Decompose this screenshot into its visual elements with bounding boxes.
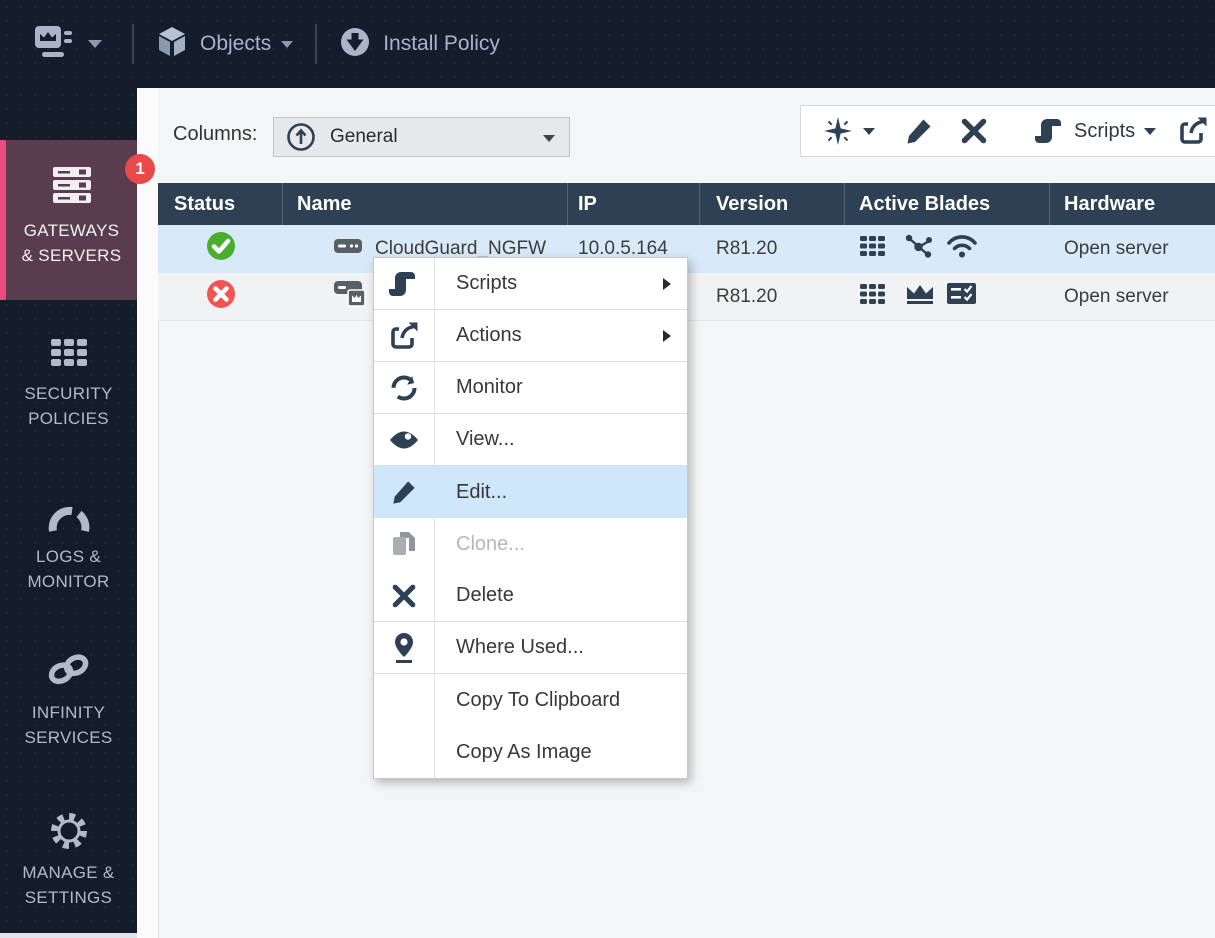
crown-icon [903, 282, 937, 312]
scripts-caret-icon[interactable] [1144, 127, 1157, 135]
install-policy-icon [339, 26, 371, 63]
menu-item-delete[interactable]: Delete [374, 570, 687, 622]
gateway-context-menu: Scripts Actions Monitor View... Edit... … [373, 257, 688, 779]
sidebar-item-label: SERVICES [24, 728, 113, 747]
topbar-divider [132, 24, 134, 64]
topbar-divider [315, 24, 318, 64]
edit-pencil-icon [374, 479, 434, 505]
actions-icon [374, 321, 434, 351]
gateway-hardware: Open server [1064, 238, 1169, 259]
column-header-active-blades[interactable]: Active Blades [845, 183, 1050, 225]
scripts-dropdown-button[interactable]: Scripts [1074, 120, 1135, 143]
sidebar-item-security-policies[interactable]: SECURITY POLICIES [0, 337, 137, 431]
infinity-icon [44, 647, 94, 696]
menu-item-actions[interactable]: Actions [374, 310, 687, 362]
policy-grid-icon [50, 338, 88, 373]
gauge-icon [47, 505, 91, 538]
sidebar-item-label: MANAGE & [22, 863, 115, 882]
sidebar-item-label: LOGS & [35, 547, 102, 566]
column-profile-icon [286, 122, 316, 152]
sidebar-item-label: SECURITY [24, 384, 113, 403]
gateway-version: R81.20 [716, 238, 778, 259]
objects-cube-icon [156, 26, 188, 63]
content-left-margin [137, 88, 158, 938]
sidebar-item-label: GATEWAYS [23, 221, 120, 240]
management-gateway-icon [333, 280, 367, 314]
objects-caret-icon[interactable] [281, 40, 294, 48]
cluster-icon [903, 233, 935, 265]
smartconsole-menu-icon[interactable] [34, 25, 74, 64]
edit-pencil-icon[interactable] [905, 117, 933, 145]
menu-caret-icon[interactable] [88, 40, 102, 48]
submenu-arrow-icon [663, 277, 671, 290]
app-grid-icon [859, 282, 893, 312]
delete-x-icon[interactable] [961, 118, 987, 144]
gear-icon [47, 809, 91, 858]
clone-icon [374, 530, 434, 558]
new-object-caret-icon[interactable] [863, 127, 875, 135]
menu-item-scripts[interactable]: Scripts [374, 258, 687, 310]
menu-item-copy-as-image[interactable]: Copy As Image [374, 726, 687, 778]
column-header-hardware[interactable]: Hardware [1050, 183, 1215, 225]
active-blades-cell [845, 273, 1050, 320]
gateway-icon [333, 236, 363, 262]
menu-item-clone[interactable]: Clone... [374, 518, 687, 570]
sidebar-item-label: POLICIES [28, 409, 109, 428]
chevron-down-icon [543, 135, 555, 142]
actions-icon [1178, 116, 1208, 146]
columns-profile-dropdown[interactable]: General [273, 117, 570, 157]
sidebar-item-gateways-servers[interactable]: 1 GATEWAYS & SERVERS [0, 140, 155, 300]
table-header-row: Status Name IP Version Active Blades Har… [158, 183, 1215, 225]
sidebar-item-manage-settings[interactable]: MANAGE & SETTINGS [0, 812, 137, 910]
menu-item-where-used[interactable]: Where Used... [374, 622, 687, 674]
objects-button[interactable]: Objects [200, 32, 271, 56]
monitor-icon [374, 373, 434, 403]
active-blades-cell [845, 225, 1050, 273]
scripts-icon [1035, 116, 1065, 146]
view-eye-icon [374, 428, 434, 452]
scripts-icon [374, 269, 434, 299]
where-used-pin-icon [374, 632, 434, 664]
servers-icon [49, 165, 95, 212]
menu-item-view[interactable]: View... [374, 414, 687, 466]
status-error-icon [205, 278, 237, 316]
column-header-name[interactable]: Name [283, 183, 568, 225]
sidebar-item-label: & SERVERS [21, 246, 122, 265]
status-ok-icon [205, 230, 237, 268]
column-header-status[interactable]: Status [158, 183, 283, 225]
window-bottom-edge [0, 933, 137, 938]
sidebar-item-logs-monitor[interactable]: LOGS & MONITOR [0, 506, 137, 594]
menu-item-edit[interactable]: Edit... [374, 466, 687, 518]
sidebar-item-label: MONITOR [27, 572, 110, 591]
sidebar-item-infinity-services[interactable]: INFINITY SERVICES [0, 648, 137, 750]
checklist-icon [947, 282, 977, 312]
status-badge: 1 [125, 154, 155, 184]
columns-profile-value: General [330, 126, 398, 147]
install-policy-button[interactable]: Install Policy [383, 32, 500, 56]
gateways-toolbar: Scripts Actions [800, 105, 1215, 157]
new-object-star-icon[interactable] [823, 116, 853, 146]
gateway-hardware: Open server [1064, 285, 1169, 307]
delete-x-icon [374, 584, 434, 608]
column-header-version[interactable]: Version [700, 183, 845, 225]
top-menu-bar: Objects Install Policy [0, 0, 1215, 88]
column-header-ip[interactable]: IP [568, 183, 700, 225]
sidebar-item-label: SETTINGS [24, 888, 113, 907]
columns-label: Columns: [173, 123, 258, 145]
menu-item-monitor[interactable]: Monitor [374, 362, 687, 414]
menu-item-copy-to-clipboard[interactable]: Copy To Clipboard [374, 674, 687, 726]
gateway-version: R81.20 [716, 285, 778, 307]
app-grid-icon [859, 234, 893, 264]
sidebar-item-label: INFINITY [31, 703, 106, 722]
wifi-icon [945, 233, 979, 265]
submenu-arrow-icon [663, 329, 671, 342]
main-navigation-sidebar: 1 GATEWAYS & SERVERS SECURITY POLICIES L… [0, 88, 155, 933]
